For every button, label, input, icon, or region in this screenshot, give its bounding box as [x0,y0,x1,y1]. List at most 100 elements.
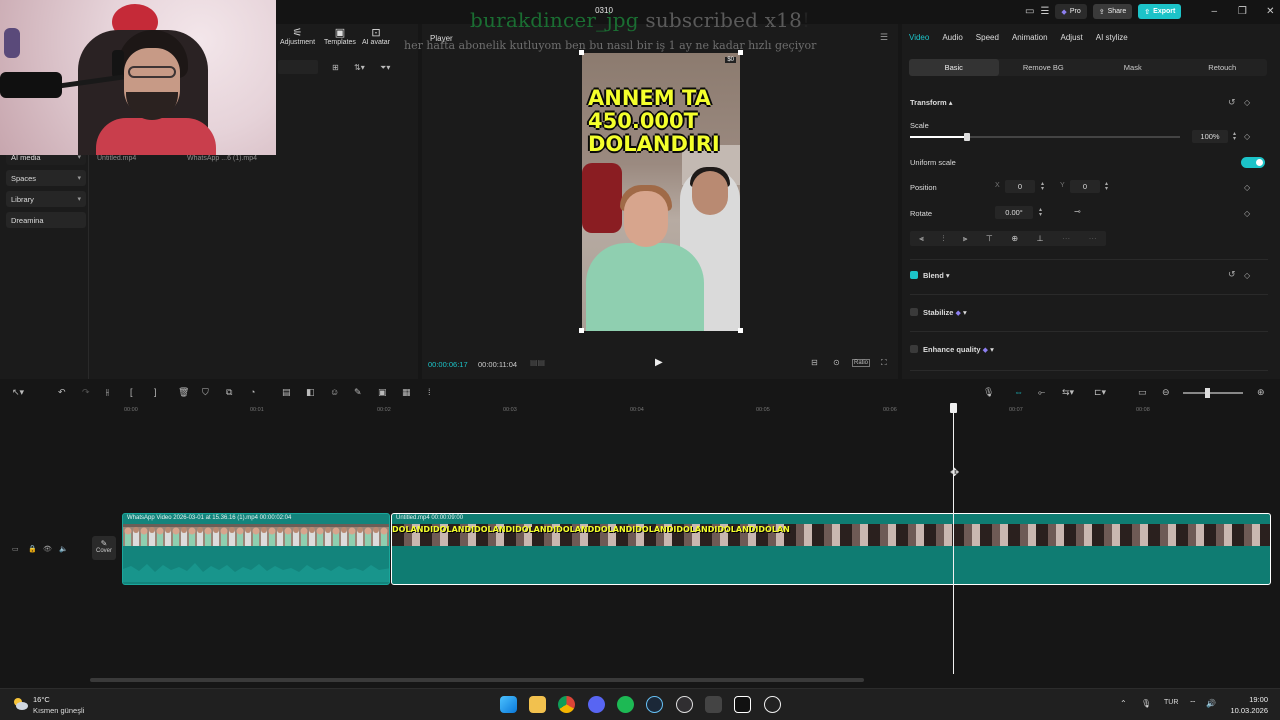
subtab-retouch[interactable]: Retouch [1178,59,1268,76]
export-button[interactable]: ⇧ Export [1138,4,1182,19]
align-bottom-icon[interactable]: ⊥ [1037,234,1044,243]
subtab-mask[interactable]: Mask [1088,59,1178,76]
volume-icon[interactable]: 🔊 [1206,699,1216,708]
keyframe-icon[interactable]: ◇ [1244,98,1250,107]
maximize-icon[interactable]: ❐ [1231,6,1253,17]
lock-icon[interactable]: 🔒 [28,545,37,553]
clock-date[interactable]: 10.03.2026 [1228,706,1268,715]
distribute-h-icon[interactable]: ⋯ [1062,234,1070,243]
subtab-basic[interactable]: Basic [909,59,999,76]
transform-header[interactable]: Transform ▴ [910,98,953,107]
layout-icon[interactable]: ▭ [1025,6,1034,17]
cover-button[interactable]: ✎ Cover [92,536,116,560]
resize-handle[interactable] [579,328,584,333]
slider-thumb[interactable] [1205,388,1210,398]
scale-slider[interactable] [910,133,1180,141]
shield-icon[interactable]: ⛉ [202,387,209,398]
timeline-lines-icon[interactable]: ▤▤ [530,358,545,367]
wifi-icon[interactable]: ⌔ [1189,699,1197,709]
video-clip-selected[interactable]: Untitled.mp4 00:00:09:00 DOLANDIDOLANDID… [391,513,1271,585]
stepper-icon[interactable]: ▴ ▾ [1039,207,1042,218]
remove-bg-icon[interactable]: ☺ [330,387,339,397]
play-icon[interactable]: ▶ [655,357,663,368]
discord-icon[interactable] [588,696,605,713]
tab-video[interactable]: Video [909,33,929,42]
fit-icon[interactable]: ▭ [1138,387,1147,398]
speed-icon[interactable]: ◔ [250,387,255,397]
microphone-icon[interactable]: 🎙 [1141,699,1151,708]
language-indicator[interactable]: TUR [1164,699,1178,706]
fullscreen-icon[interactable]: ⛶ [881,358,887,368]
tool-templates[interactable]: ▣ Templates [324,26,356,46]
chevron-up-icon[interactable]: ⌃ [1120,699,1127,708]
subtab-remove-bg[interactable]: Remove BG [999,59,1089,76]
nav-dreamina[interactable]: Dreamina [6,212,86,228]
tool-ai-avatar[interactable]: ⊡ AI avatar [362,26,390,46]
stepper-icon[interactable]: ▴ ▾ [1233,131,1236,142]
nav-spaces[interactable]: Spaces ▾ [6,170,86,186]
menu-icon[interactable]: ☰ [880,32,888,43]
align-right-icon[interactable]: ⫸ [963,234,968,244]
undo-icon[interactable]: ↶ [58,387,66,398]
position-x-field[interactable]: 0 [1005,180,1035,193]
filter-icon[interactable]: ⏷▾ [380,63,390,73]
weather-desc[interactable]: Kısmen güneşli [33,706,84,715]
keyframe-icon[interactable]: ◇ [1244,271,1250,280]
tab-ai-stylize[interactable]: AI stylize [1096,33,1128,42]
scale-value-field[interactable]: 100% [1192,130,1228,143]
full-quality-icon[interactable]: ⊟ [811,358,818,367]
select-tool-icon[interactable]: ↖▾ [12,387,24,398]
tab-speed[interactable]: Speed [976,33,999,42]
enhance-header[interactable]: Enhance quality ◆ ▾ [923,345,994,354]
nav-library[interactable]: Library ▾ [6,191,86,207]
keyframe-icon[interactable]: ◇ [1244,183,1250,192]
reset-icon[interactable]: ↺ [1228,97,1236,108]
weather-temp[interactable]: 16°C [33,695,50,704]
rotate-flip-icon[interactable]: ⊸ [1074,207,1081,216]
steam-icon[interactable] [646,696,663,713]
video-clip[interactable]: WhatsApp Video 2026-03-01 at 15.36.16 (1… [122,513,390,585]
magic-icon[interactable]: ✎ [354,387,362,398]
blend-header[interactable]: Blend ▾ [923,271,950,280]
file-explorer-icon[interactable] [529,696,546,713]
enhance-checkbox[interactable] [910,345,918,353]
keyframe-icon[interactable]: ◇ [1244,132,1250,141]
uniform-scale-toggle[interactable] [1241,157,1265,168]
media-item-name[interactable]: Untitled.mp4 [97,155,136,162]
slider-thumb[interactable] [963,133,970,141]
menu-list-icon[interactable]: ☰ [1040,6,1049,17]
beat-icon[interactable]: ⁞ [428,387,431,397]
position-y-field[interactable]: 0 [1070,180,1100,193]
app-icon[interactable] [705,696,722,713]
start-icon[interactable] [500,696,517,713]
stabilize-checkbox[interactable] [910,308,918,316]
link-icon[interactable]: ⇔ [1014,387,1023,397]
chrome-icon[interactable] [558,696,575,713]
redo-icon[interactable]: ↷ [82,387,90,398]
captions-icon[interactable]: ▤ [282,387,291,398]
media-item-name[interactable]: WhatsApp ...6 (1).mp4 [187,155,257,162]
effects-icon[interactable]: ▣ [378,387,387,398]
tab-audio[interactable]: Audio [942,33,962,42]
tab-adjust[interactable]: Adjust [1061,33,1083,42]
preview-axis-icon[interactable]: ⊏▾ [1094,387,1106,398]
blend-checkbox[interactable] [910,271,918,279]
eye-icon[interactable]: 👁 [43,545,52,553]
playhead-handle[interactable] [950,403,957,413]
align-left-icon[interactable]: ⫷ [919,234,924,244]
track-icon[interactable]: ▭ [12,545,19,553]
freeze-icon[interactable]: ▦ [402,387,411,398]
timeline-ruler[interactable]: 00:00 00:01 00:02 00:03 00:04 00:05 00:0… [0,403,1280,417]
split-right-icon[interactable]: ] [154,387,157,397]
sort-icon[interactable]: ⇅▾ [354,63,365,72]
split-icon[interactable]: ⫲ [106,387,109,398]
delete-icon[interactable]: 🗑 [178,387,189,398]
zoom-in-icon[interactable]: ⊕ [1257,387,1265,398]
search-input[interactable] [278,60,318,74]
pro-button[interactable]: ◆ Pro [1055,4,1087,19]
horizontal-scrollbar[interactable] [90,678,864,682]
tool-adjustment[interactable]: ⚟ Adjustment [280,26,315,46]
align-center-icon[interactable]: ⫶ [942,234,944,244]
mirror-icon[interactable]: ◧ [306,387,315,398]
playhead[interactable] [953,404,954,674]
